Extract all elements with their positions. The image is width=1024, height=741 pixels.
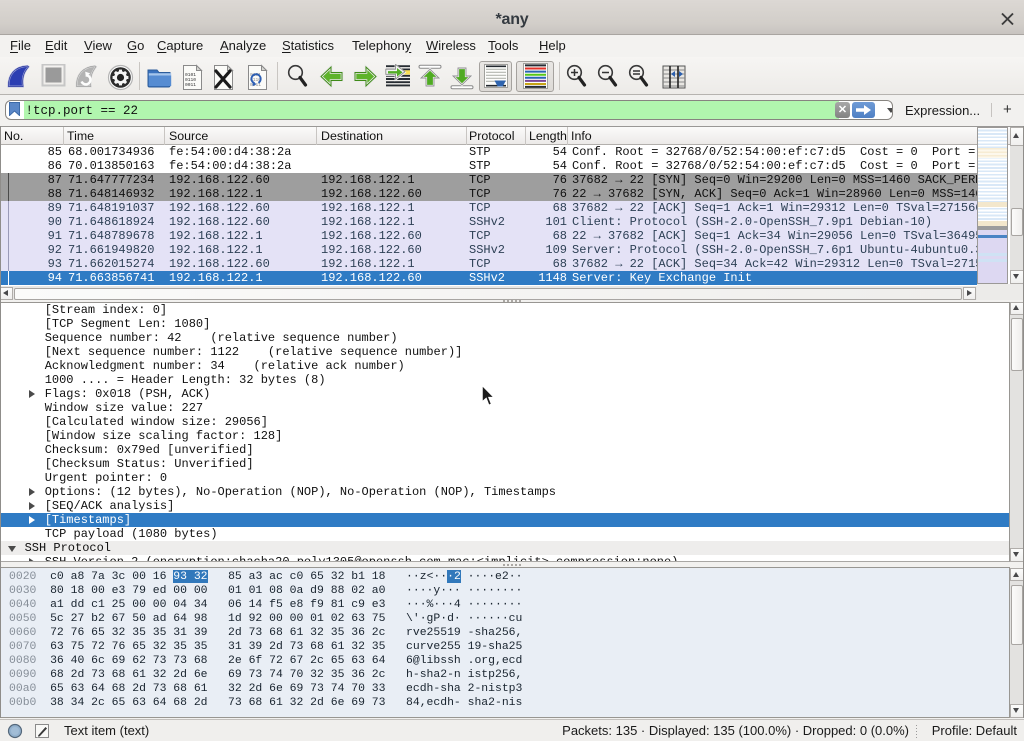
svg-text:0011: 0011 (185, 82, 196, 88)
